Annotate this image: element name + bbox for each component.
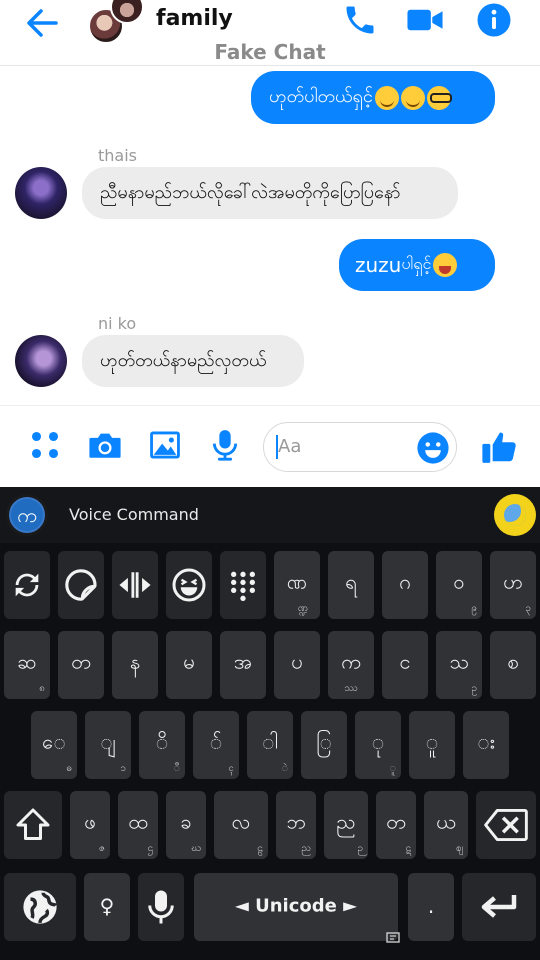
keyboard-key[interactable]: ပ (274, 631, 320, 699)
message-composer: Aa (0, 405, 540, 487)
keyboard-key[interactable]: န (112, 631, 158, 699)
keyboard-key[interactable]: ဟ၃ (490, 551, 536, 619)
sender-avatar[interactable] (15, 167, 67, 219)
video-camera-icon[interactable] (406, 2, 443, 38)
keyboard-key[interactable]: း (463, 711, 509, 779)
voice-input-icon[interactable] (138, 873, 184, 941)
back-arrow-icon[interactable] (22, 2, 64, 44)
phone-icon[interactable] (342, 2, 378, 38)
emoji-icon[interactable] (416, 431, 450, 465)
message-bubble-received[interactable]: ဟုတ်တယ်နာမည်လှတယ် (82, 335, 304, 387)
keyboard-key[interactable]: ဏဏ္ဍ (274, 551, 320, 619)
sender-name: thais (98, 146, 137, 165)
cursor-move-icon[interactable] (112, 551, 158, 619)
keyboard-key[interactable]: ဝ၉ (436, 551, 482, 619)
sender-name: ni ko (98, 314, 137, 333)
keyboard-key[interactable]: ဖဇ (70, 791, 110, 859)
keyboard-key[interactable]: ယဈ (424, 791, 468, 859)
keyboard-key[interactable]: ုူ (355, 711, 401, 779)
number-pad-icon[interactable] (220, 551, 266, 619)
voice-command-label[interactable]: Voice Command (69, 505, 199, 524)
keyboard-key[interactable]: သဥ (436, 631, 482, 699)
keyboard-key[interactable]: ်ၚ (193, 711, 239, 779)
sync-icon[interactable] (4, 551, 50, 619)
keyboard-key[interactable]: လဠ (214, 791, 268, 859)
keyboard-key[interactable]: ျ၁ (85, 711, 131, 779)
hugging-face-emoji-icon (374, 85, 399, 110)
message-bubble-sent[interactable]: ဟုတ်ပါတယ်ရှင့် (251, 71, 495, 124)
keyboard-key[interactable]: င (382, 631, 428, 699)
sticker-icon[interactable] (58, 551, 104, 619)
sender-avatar[interactable] (15, 335, 67, 387)
message-bubble-sent[interactable]: zuzu ပါရှင့် (339, 239, 495, 291)
keyboard-key[interactable]: အ (220, 631, 266, 699)
nerd-face-emoji-icon (426, 85, 452, 110)
camera-icon[interactable] (86, 428, 121, 462)
message-input[interactable]: Aa (263, 422, 457, 472)
message-input-placeholder: Aa (278, 436, 302, 457)
shift-icon[interactable] (4, 791, 62, 859)
spacebar[interactable]: ◄ Unicode ► (194, 873, 400, 943)
keyboard-logo-icon[interactable]: က (6, 494, 48, 536)
keyboard-key[interactable]: ဘည (276, 791, 316, 859)
message-bubble-received[interactable]: ညီမနာမည်ဘယ်လိုခေါ်လဲအမတိုကိုပြောပြနော် (82, 167, 458, 219)
keyboard-key[interactable]: မ (166, 631, 212, 699)
period-key[interactable]: . (408, 873, 454, 941)
chat-subtitle: Fake Chat (214, 40, 326, 64)
globe-icon[interactable] (4, 873, 76, 941)
keyboard-key[interactable]: တဋ (376, 791, 416, 859)
keyboard-key[interactable]: ဂ (382, 551, 428, 619)
keyboard-key[interactable]: ေဓ (31, 711, 77, 779)
message-text: ပါရှင့် (401, 254, 432, 273)
keyboard-key[interactable]: ဆ၈ (4, 631, 50, 699)
keyboard-key[interactable]: တ (58, 631, 104, 699)
winking-tongue-face-emoji-icon (433, 253, 458, 277)
image-icon[interactable] (148, 428, 182, 462)
apps-grid-icon[interactable] (28, 428, 62, 462)
keyboard-key[interactable]: ခဃ (166, 791, 206, 859)
chat-title[interactable]: family (156, 6, 233, 31)
keyboard-toolbar: က Voice Command (0, 487, 540, 543)
hugging-face-emoji-icon (400, 85, 425, 110)
keyboard-key[interactable]: ညဉ (324, 791, 368, 859)
symbol-key[interactable]: ♀ (84, 873, 130, 941)
keyboard-key[interactable]: ကဿ (328, 631, 374, 699)
backspace-icon[interactable] (476, 791, 536, 859)
info-icon[interactable] (476, 2, 512, 38)
message-text: ဟုတ်ပါတယ်ရှင့် (269, 86, 373, 107)
keyboard-key[interactable]: ူ (409, 711, 455, 779)
microphone-icon[interactable] (208, 428, 242, 462)
keyboard-key[interactable]: ထဌ (118, 791, 158, 859)
myanmar-keyboard: က Voice Command ဏဏ္ဍ ရ ဂ ဝ၉ ဟ၃ ဆ၈ တ န မ … (0, 487, 540, 960)
keyboard-key[interactable]: ါဲ (247, 711, 293, 779)
chat-header: family Fake Chat (0, 0, 540, 66)
keyboard-key[interactable]: စ (490, 631, 536, 699)
enter-icon[interactable] (462, 873, 536, 941)
message-text: ညီမနာမည်ဘယ်လိုခေါ်လဲအမတိုကိုပြောပြနော် (100, 181, 401, 203)
thumbs-up-icon[interactable] (480, 428, 516, 463)
message-text: zuzu (355, 253, 402, 277)
keyboard-key[interactable]: ိီ (139, 711, 185, 779)
theme-badge-icon[interactable] (494, 494, 536, 536)
emoji-face-icon[interactable] (166, 551, 212, 619)
keyboard-key[interactable]: ရ (328, 551, 374, 619)
keyboard-key[interactable]: ြ (301, 711, 347, 779)
message-text: ဟုတ်တယ်နာမည်လှတယ် (100, 349, 267, 371)
